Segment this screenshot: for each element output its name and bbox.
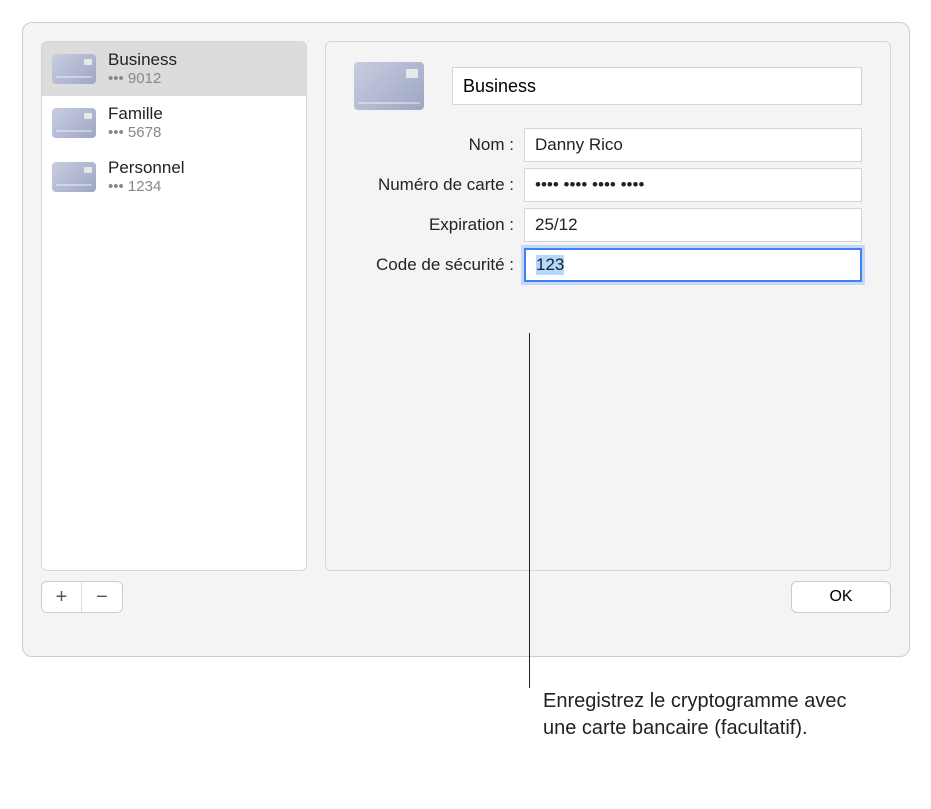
sidebar-item-text: Personnel ••• 1234: [108, 158, 185, 195]
main-row: Business ••• 9012 Famille ••• 5678 Perso…: [41, 41, 891, 571]
name-field[interactable]: [524, 128, 862, 162]
credit-card-icon: [52, 108, 96, 138]
preferences-window: Business ••• 9012 Famille ••• 5678 Perso…: [22, 22, 910, 657]
credit-card-icon: [52, 54, 96, 84]
sidebar-item-business[interactable]: Business ••• 9012: [42, 42, 306, 96]
number-label: Numéro de carte :: [354, 175, 524, 195]
bottom-bar: + − OK: [41, 581, 891, 613]
card-number-field[interactable]: [524, 168, 862, 202]
sidebar-item-personnel[interactable]: Personnel ••• 1234: [42, 150, 306, 204]
field-row-number: Numéro de carte :: [354, 168, 862, 202]
add-button[interactable]: +: [42, 582, 82, 612]
add-remove-group: + −: [41, 581, 123, 613]
credit-card-icon: [354, 62, 424, 110]
sidebar-item-sub: ••• 5678: [108, 124, 163, 141]
cvc-value: 123: [536, 255, 564, 275]
sidebar-item-famille[interactable]: Famille ••• 5678: [42, 96, 306, 150]
field-row-cvc: Code de sécurité : 123: [354, 248, 862, 282]
field-row-expiration: Expiration :: [354, 208, 862, 242]
callout-text: Enregistrez le cryptogramme avec une car…: [543, 688, 873, 742]
card-list-sidebar: Business ••• 9012 Famille ••• 5678 Perso…: [41, 41, 307, 571]
expiration-field[interactable]: [524, 208, 862, 242]
field-row-name: Nom :: [354, 128, 862, 162]
detail-header: [354, 62, 862, 110]
sidebar-item-sub: ••• 9012: [108, 70, 177, 87]
callout-line: [529, 333, 530, 688]
expiration-label: Expiration :: [354, 215, 524, 235]
name-label: Nom :: [354, 135, 524, 155]
sidebar-item-text: Famille ••• 5678: [108, 104, 163, 141]
cvc-label: Code de sécurité :: [354, 255, 524, 275]
cvc-field[interactable]: 123: [524, 248, 862, 282]
sidebar-item-sub: ••• 1234: [108, 178, 185, 195]
card-detail-panel: Nom : Numéro de carte : Expiration : Cod…: [325, 41, 891, 571]
sidebar-item-title: Personnel: [108, 158, 185, 178]
sidebar-item-title: Business: [108, 50, 177, 70]
remove-button[interactable]: −: [82, 582, 122, 612]
card-title-field[interactable]: [452, 67, 862, 105]
ok-button[interactable]: OK: [791, 581, 891, 613]
credit-card-icon: [52, 162, 96, 192]
sidebar-item-text: Business ••• 9012: [108, 50, 177, 87]
sidebar-item-title: Famille: [108, 104, 163, 124]
